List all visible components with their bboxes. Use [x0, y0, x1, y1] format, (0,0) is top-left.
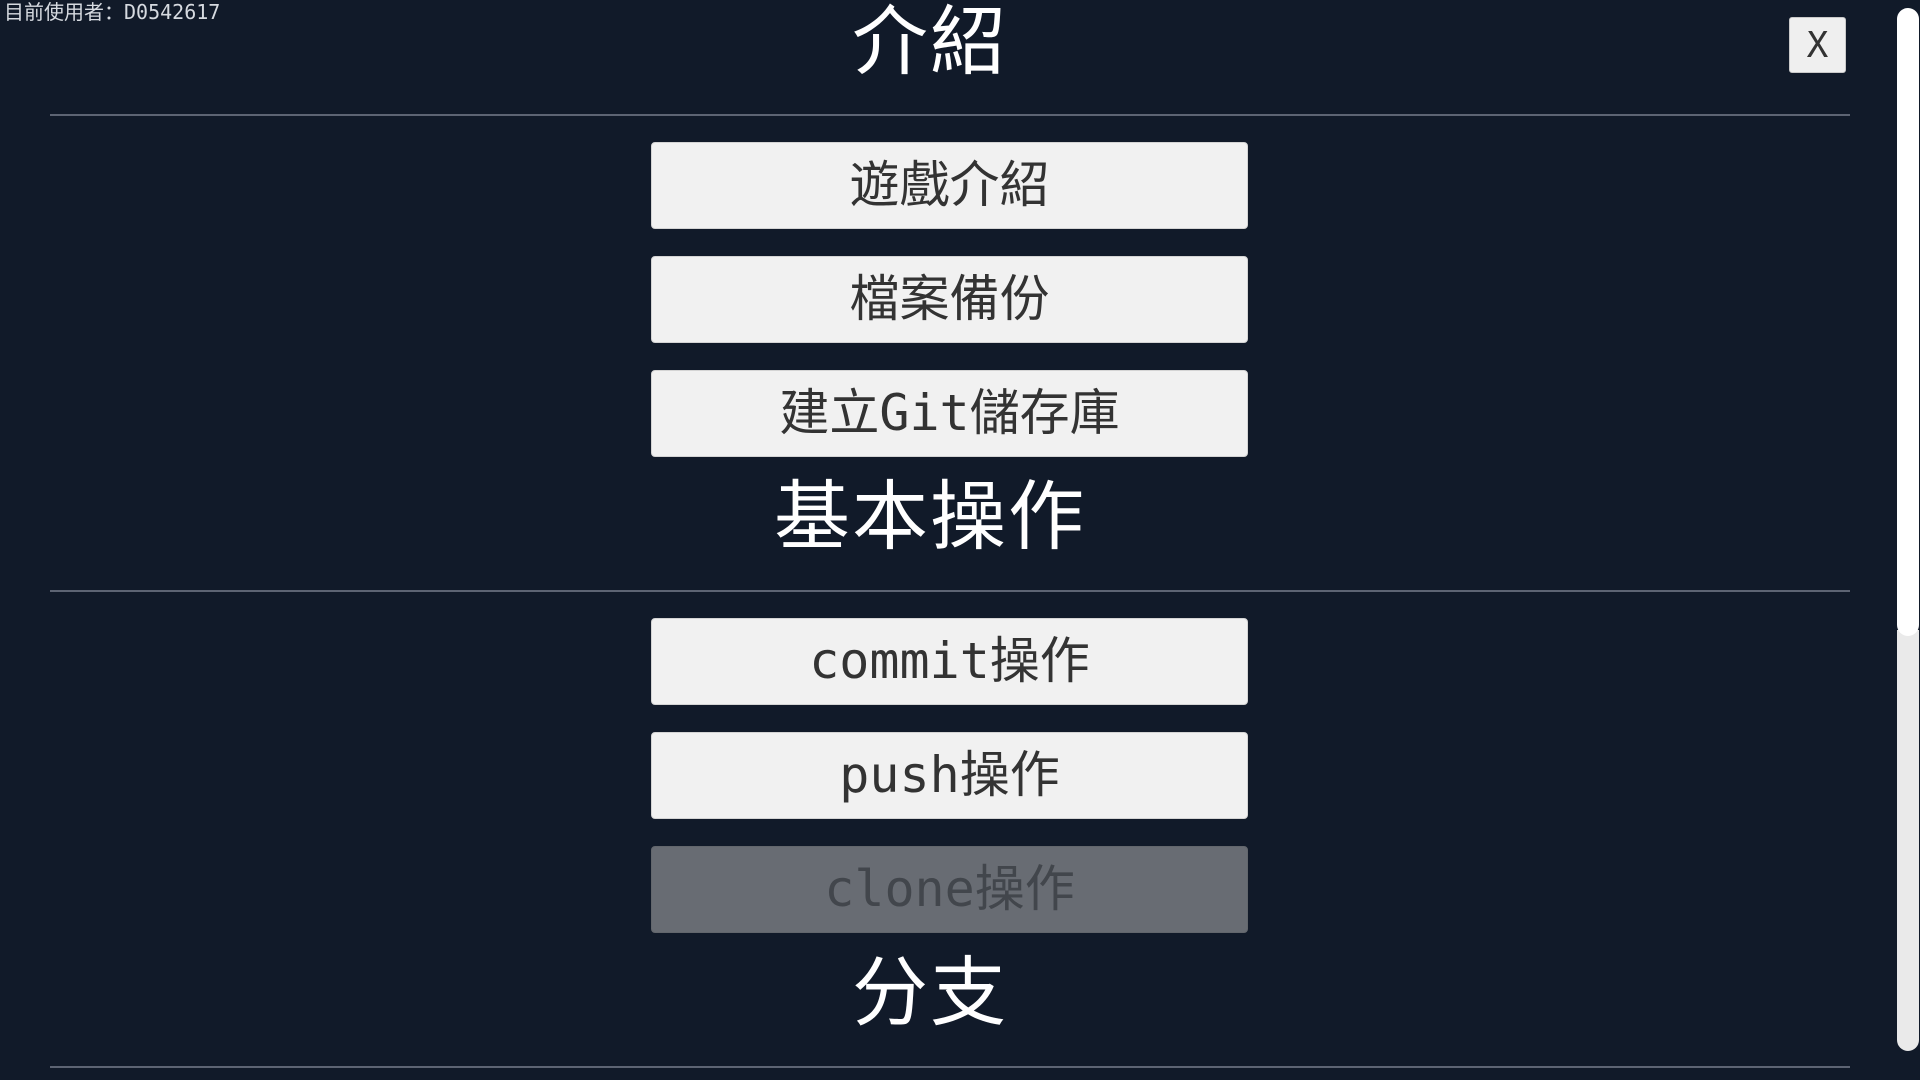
scrollbar-thumb[interactable] — [1897, 8, 1919, 636]
push-op-button[interactable]: push操作 — [651, 732, 1248, 819]
commit-op-button[interactable]: commit操作 — [651, 618, 1248, 705]
create-git-repo-button[interactable]: 建立Git儲存庫 — [651, 370, 1248, 457]
section-divider — [50, 590, 1850, 592]
scrollbar-thumb-lower[interactable] — [1897, 630, 1919, 1051]
section-divider — [50, 1066, 1850, 1068]
section-divider — [50, 114, 1850, 116]
file-backup-button[interactable]: 檔案備份 — [651, 256, 1248, 343]
level-select-screen: 目前使用者：D0542617 X 介紹 遊戲介紹 檔案備份 建立Git儲存庫 基… — [0, 0, 1920, 1080]
section-title-branch: 分支 — [852, 948, 1008, 1037]
game-intro-button[interactable]: 遊戲介紹 — [651, 142, 1248, 229]
clone-op-button: clone操作 — [651, 846, 1248, 933]
section-title-intro: 介紹 — [852, 0, 1008, 86]
section-title-basic-ops: 基本操作 — [774, 472, 1086, 561]
